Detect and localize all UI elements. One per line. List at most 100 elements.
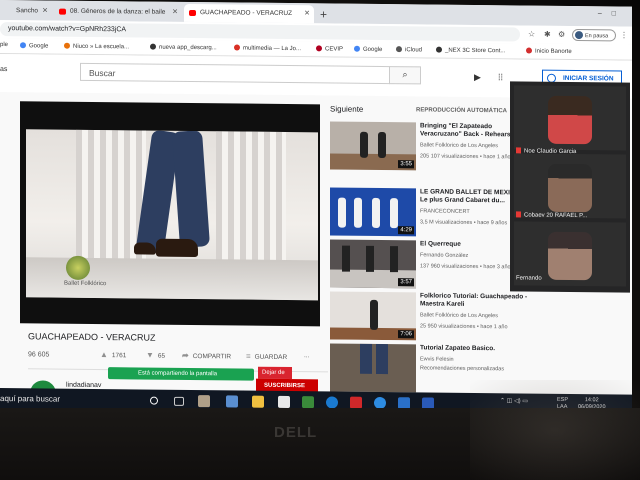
curtain [216,131,286,262]
mic-muted-icon [516,211,521,218]
recommendation-item[interactable]: 4:29 LE GRAND BALLET DE MEXICO - Le plus… [330,187,530,237]
taskbar-search[interactable]: aquí para buscar [0,394,60,404]
recommendation-item[interactable]: 3:55 Bringing "El Zapateado Veracruzano"… [330,121,530,171]
bookmark-item[interactable]: iCloud [396,46,422,53]
bookmark-item[interactable]: Niuco » La escuela... [64,42,129,50]
google-icon [354,45,360,52]
bookmark-item[interactable]: CEVIP [316,45,343,53]
photo-background: Sancho ✕ 08. Géneros de la danza: el bai… [0,0,640,480]
stop-share-button[interactable]: Dejar de [258,366,292,380]
participant-tile[interactable]: Cobaev 20 RAFAEL P... [514,153,626,219]
recommendation-item[interactable]: 3:57 El Querreque Fernando González 137 … [330,239,530,289]
watermark-logo [66,255,90,280]
playlist-add-icon: ≡ [246,351,251,361]
save-button[interactable]: ≡ GUARDAR [246,352,287,361]
bookmark-icon [526,47,532,54]
bookmark-item[interactable]: multimedia — La Jo... [234,44,301,52]
menu-dots-icon[interactable]: ⋮ [620,30,628,39]
dislike-button[interactable]: ▼ 65 [146,351,165,360]
recommendation-thumbnail [330,343,416,393]
like-button[interactable]: ▲ 1761 [100,350,126,359]
app-icon[interactable] [302,396,314,409]
recommendation-thumbnail: 3:57 [330,239,416,289]
video-player[interactable]: Ballet Folklórico [20,101,320,327]
close-icon[interactable]: ✕ [42,6,48,14]
close-icon[interactable]: ✕ [172,8,178,16]
thumbs-down-icon: ▼ [146,350,154,360]
youtube-icon [59,8,66,15]
edge-icon[interactable] [226,395,238,408]
recommendation-item[interactable]: 7:06 Folklorico Tutorial: Guachapeado - … [330,291,530,341]
store-icon[interactable] [198,395,210,408]
view-count: 96 605 [28,351,50,359]
tab-label: Sancho [16,7,39,15]
cortana-icon[interactable] [150,396,158,405]
new-tab-button[interactable]: + [320,7,327,21]
tab-label: GUACHAPEADO - VERACRUZ [200,9,293,18]
bookmark-item[interactable]: ple [0,42,8,48]
recommendation-thumbnail: 4:29 [330,187,416,237]
recommendation-title: Folklorico Tutorial: Guachapeado - Maest… [420,292,528,308]
participant-name: Fernando [516,275,542,282]
close-icon[interactable]: ✕ [304,9,310,17]
dancer-leg [171,130,211,248]
duration-badge: 3:57 [398,278,414,287]
bookmark-item[interactable]: nueva app_descarg... [150,43,217,51]
video-frame: Ballet Folklórico [26,129,318,301]
recommendation-channel: Ballet Folklorico de Los Angeles [420,142,498,150]
duration-badge: 7:06 [398,330,414,339]
recommendation-thumbnail: 3:55 [330,121,416,171]
curtain [76,129,146,261]
bookmark-icon [150,43,156,50]
star-icon[interactable]: ☆ [528,30,535,39]
bookmark-item[interactable]: Google [354,45,382,53]
recommendation-channel: Fernando González [420,252,469,259]
video-title: GUACHAPEADO - VERACRUZ [28,331,156,343]
up-next-heading: Siguiente [330,104,364,114]
google-icon [20,42,26,49]
tab-generos[interactable]: 08. Géneros de la danza: el baile ✕ [54,3,182,22]
video-camera-icon[interactable]: ▶ [474,72,481,83]
acrobat-icon[interactable] [350,396,362,409]
bookmark-item[interactable]: Google [20,42,48,50]
bookmark-icon [234,44,240,51]
puzzle-icon[interactable]: ⚙ [558,30,565,39]
profile-button[interactable]: En pausa [572,28,616,42]
file-explorer-icon[interactable] [252,395,264,408]
dancer-shoe [156,238,198,258]
recommendation-channel: Ewvis Felesin [420,356,454,363]
screen-share-banner: Está compartiendo la pantalla [108,367,254,381]
system-tray[interactable]: ⌃ ◫ ◁) ▭ [500,397,528,404]
recommendation-channel: FRANCECONCERT [420,208,470,215]
bookmark-item[interactable]: Inicio Banorte [526,47,572,55]
tab-sancho[interactable]: Sancho ✕ [0,2,52,21]
apple-icon [396,46,402,53]
window-controls[interactable]: –□ [598,10,626,17]
task-view-icon[interactable] [174,396,184,406]
search-icon: ⌕ [402,69,408,80]
tab-guachapeado[interactable]: GUACHAPEADO - VERACRUZ ✕ [184,3,314,24]
recommendation-thumbnail: 7:06 [330,291,416,341]
more-button[interactable]: ... [304,352,309,359]
recommendation-channel: Ballet Folklórico de Los Angeles [420,312,498,320]
autoplay-label[interactable]: REPRODUCCIÓN AUTOMÁTICA [416,107,507,114]
bookmark-item[interactable]: _NEX 3C Store Cont... [436,46,505,54]
recommendation-title: Tutorial Zapateo Basico. [420,344,496,353]
participant-tile[interactable]: Fernando [514,221,626,287]
duration-badge: 3:55 [398,160,414,169]
share-button[interactable]: ➦ COMPARTIR [182,351,231,361]
meeting-participants-panel: Noe Claudio Garcia Cobaev 20 RAFAEL P...… [510,81,630,293]
extension-icon[interactable]: ✱ [544,30,551,39]
youtube-icon [189,9,196,17]
search-input[interactable]: Buscar [80,62,390,85]
apps-grid-icon[interactable]: ⁞⁞ [498,72,503,82]
participant-tile[interactable]: Noe Claudio Garcia [514,85,626,155]
menu-icon[interactable]: as [0,66,7,73]
bookmark-icon [64,42,70,49]
edge-new-icon[interactable] [326,396,338,409]
watermark-text: Ballet Folklórico [64,280,107,288]
search-placeholder: Buscar [89,67,116,79]
recommendation-item[interactable]: Tutorial Zapateo Basico. Ewvis Felesin R… [330,343,530,393]
notepad-icon[interactable] [278,395,290,409]
search-button[interactable]: ⌕ [389,66,421,85]
